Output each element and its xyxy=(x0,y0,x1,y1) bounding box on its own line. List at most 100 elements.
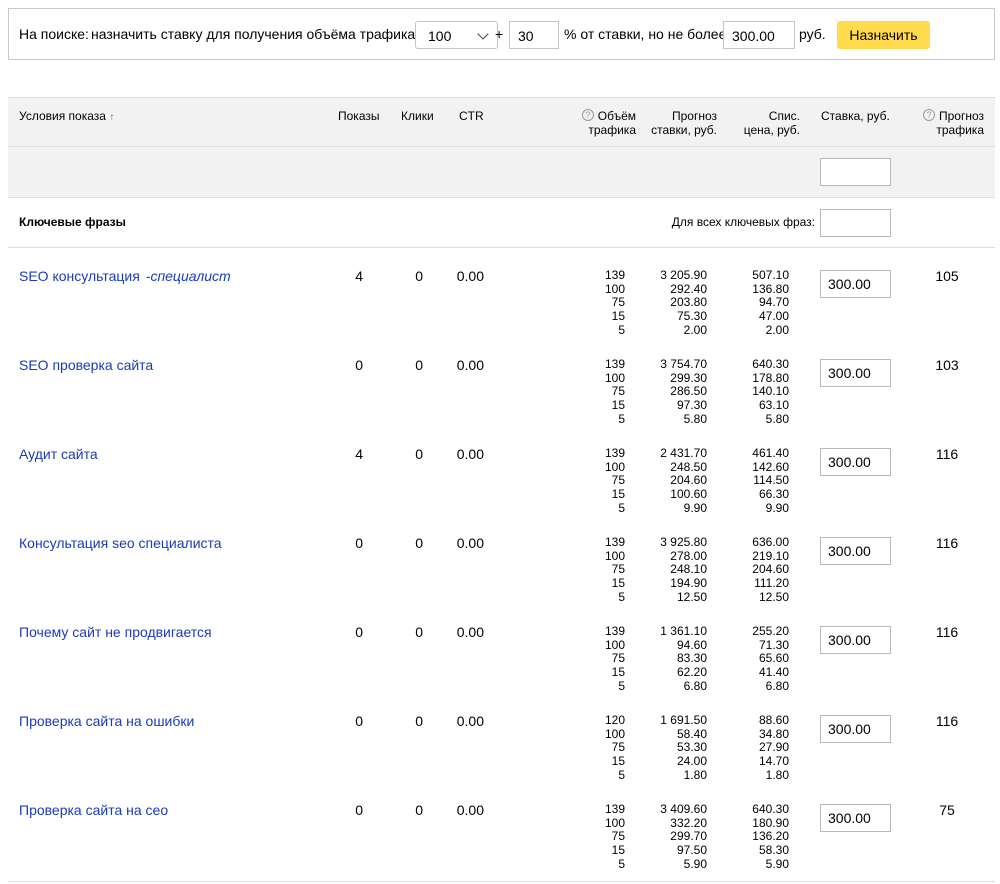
stack-value: 640.30 xyxy=(752,357,789,371)
clicks-value: 0 xyxy=(415,268,423,284)
forecast-traffic-value: 116 xyxy=(935,713,959,729)
keyword-link[interactable]: SEO проверка сайта xyxy=(19,357,153,373)
ctr-value: 0.00 xyxy=(456,446,484,462)
stack-value: 100.60 xyxy=(670,487,707,502)
stack-value: 111.20 xyxy=(754,576,789,591)
keyword-text[interactable]: Проверка сайта на ошибки xyxy=(19,713,194,729)
assign-label: назначить ставку для получения объёма тр… xyxy=(91,26,416,42)
col-impressions[interactable]: Показы xyxy=(338,109,379,123)
stack-value: 136.20 xyxy=(752,829,789,844)
keyword-link[interactable]: SEO консультация -специалист xyxy=(19,268,231,284)
keyword-link[interactable]: Проверка сайта на сео xyxy=(19,802,168,818)
stack-value: 100 xyxy=(604,370,625,385)
stack-value: 2.00 xyxy=(765,322,789,337)
ctr-value: 0.00 xyxy=(456,357,484,373)
ctr-value: 0.00 xyxy=(456,802,484,818)
bid-input[interactable]: 300.00 xyxy=(820,626,891,654)
stack-value: 15 xyxy=(611,754,625,769)
keywords-group-header: Ключевые фразы Для всех ключевых фраз: xyxy=(8,198,995,248)
impressions-value: 4 xyxy=(355,268,363,284)
stack-value: 66.30 xyxy=(758,487,789,502)
table-row: Проверка сайта на сео 0 0 0.00 139 100 75 15 5 3 … xyxy=(8,782,995,871)
percent-input[interactable]: 30 xyxy=(509,21,559,49)
clicks-value: 0 xyxy=(415,624,423,640)
col-clicks[interactable]: Клики xyxy=(401,109,434,123)
stack-value: 75 xyxy=(611,829,625,844)
stack-value: 142.60 xyxy=(752,459,789,474)
keyword-text[interactable]: Аудит сайта xyxy=(19,446,98,462)
help-icon[interactable]: ? xyxy=(581,109,594,121)
keyword-link[interactable]: Аудит сайта xyxy=(19,446,98,462)
for-all-label: Для всех ключевых фраз: xyxy=(671,215,815,229)
stack-value: 203.80 xyxy=(670,295,707,310)
col-bid[interactable]: Ставка, руб. xyxy=(821,109,890,123)
stack-value: 5 xyxy=(618,322,625,337)
forecast-bid-list: 3 409.60 332.20 299.70 97.50 5.90 xyxy=(660,802,707,872)
clicks-value: 0 xyxy=(415,535,423,551)
stack-value: 6.80 xyxy=(765,678,789,693)
keywords-table: Условия показа ↑ Показы Клики CTR ? Объём… xyxy=(8,97,995,871)
keyword-link[interactable]: Проверка сайта на ошибки xyxy=(19,713,194,729)
stack-value: 15 xyxy=(611,398,625,413)
bid-input[interactable]: 300.00 xyxy=(820,270,891,298)
charged-price-list: 88.60 34.80 27.90 14.70 1.80 xyxy=(758,713,789,783)
stack-value: 100 xyxy=(604,548,625,563)
keyword-text[interactable]: SEO консультация xyxy=(19,268,140,284)
keyword-text[interactable]: Проверка сайта на сео xyxy=(19,802,168,818)
col-traffic-volume: ? Объём трафика xyxy=(581,109,636,137)
forecast-bid-list: 2 431.70 248.50 204.60 100.60 9.90 xyxy=(660,446,707,516)
bid-assign-bar: На поиске: назначить ставку для получени… xyxy=(8,8,995,60)
stack-value: 5 xyxy=(618,856,625,871)
keyword-text[interactable]: Почему сайт не продвигается xyxy=(19,624,212,640)
traffic-volume-select[interactable]: 100 xyxy=(415,21,498,49)
stack-value: 34.80 xyxy=(758,726,789,741)
stack-value: 139 xyxy=(604,357,625,371)
keyword-link[interactable]: Консультация seo специалиста xyxy=(19,535,222,551)
stack-value: 75 xyxy=(611,740,625,755)
table-row: Проверка сайта на ошибки 0 0 0.00 120 100 75 15… xyxy=(8,693,995,782)
keyword-text[interactable]: SEO проверка сайта xyxy=(19,357,153,373)
stack-value: 1 361.10 xyxy=(660,624,707,638)
max-bid-input[interactable]: 300.00 xyxy=(723,21,795,49)
stack-value: 100 xyxy=(604,459,625,474)
bid-input[interactable]: 300.00 xyxy=(820,715,891,743)
stack-value: 12.50 xyxy=(676,589,707,604)
stack-value: 204.60 xyxy=(670,473,707,488)
col-conditions[interactable]: Условия показа ↑ xyxy=(19,109,114,125)
bid-input[interactable]: 300.00 xyxy=(820,448,891,476)
ctr-value: 0.00 xyxy=(456,624,484,640)
impressions-value: 4 xyxy=(355,446,363,462)
col-ctr[interactable]: CTR xyxy=(459,109,484,123)
forecast-traffic-value: 75 xyxy=(939,802,955,818)
stack-value: 5.90 xyxy=(765,856,789,871)
impressions-value: 0 xyxy=(355,535,363,551)
table-row: SEO консультация -специалист 4 0 0.00 139 100 7… xyxy=(8,248,995,337)
help-icon[interactable]: ? xyxy=(922,109,935,121)
clicks-value: 0 xyxy=(415,446,423,462)
bid-input[interactable]: 300.00 xyxy=(820,804,891,832)
keyword-link[interactable]: Почему сайт не продвигается xyxy=(19,624,212,640)
stack-value: 640.30 xyxy=(752,802,789,816)
assign-button[interactable]: Назначить xyxy=(837,21,930,49)
stack-value: 2.00 xyxy=(683,322,707,337)
bid-filter-input[interactable] xyxy=(820,158,891,186)
stack-value: 15 xyxy=(611,309,625,324)
forecast-traffic-value: 116 xyxy=(935,446,959,462)
clicks-value: 0 xyxy=(415,357,423,373)
bid-all-input[interactable] xyxy=(820,209,891,237)
traffic-volume-list: 139 100 75 15 5 xyxy=(604,446,625,516)
charged-price-list: 461.40 142.60 114.50 66.30 9.90 xyxy=(752,446,789,516)
stack-value: 178.80 xyxy=(752,370,789,385)
table-row: SEO проверка сайта 0 0 0.00 139 100 75 15 5 3 754… xyxy=(8,337,995,426)
stack-value: 71.30 xyxy=(758,637,789,652)
traffic-volume-list: 139 100 75 15 5 xyxy=(605,624,625,694)
stack-value: 5 xyxy=(618,767,625,782)
stack-value: 27.90 xyxy=(758,740,789,755)
minus-word[interactable]: -специалист xyxy=(146,268,231,284)
charged-price-list: 507.10 136.80 94.70 47.00 2.00 xyxy=(752,268,789,338)
keyword-text[interactable]: Консультация seo специалиста xyxy=(19,535,222,551)
bid-input[interactable]: 300.00 xyxy=(820,359,891,387)
stack-value: 1.80 xyxy=(683,767,707,782)
bid-input[interactable]: 300.00 xyxy=(820,537,891,565)
stack-value: 83.30 xyxy=(676,651,707,666)
